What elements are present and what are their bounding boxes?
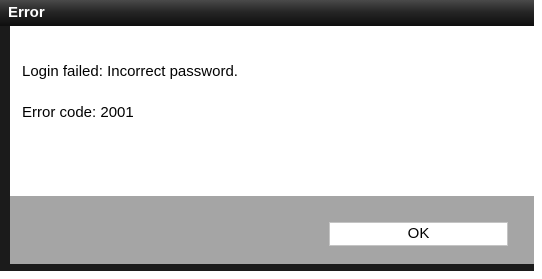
dialog-content: Login failed: Incorrect password. Error … [10,26,534,196]
dialog-title: Error [8,4,45,21]
error-message: Login failed: Incorrect password. [22,63,238,80]
dialog-footer: OK [10,196,534,264]
error-code: Error code: 2001 [22,104,134,121]
dialog-titlebar[interactable]: Error [0,0,534,26]
ok-button[interactable]: OK [329,222,508,246]
error-dialog: Error Login failed: Incorrect password. … [0,0,534,271]
dialog-bottom-border [0,264,534,271]
